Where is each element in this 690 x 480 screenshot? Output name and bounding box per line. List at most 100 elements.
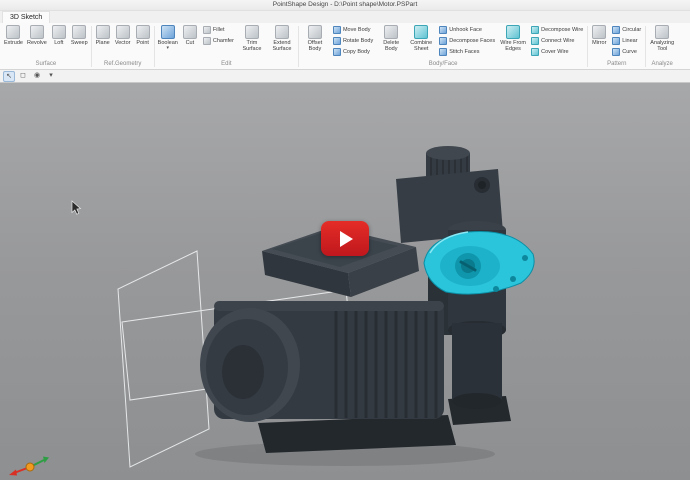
button-label: Wire From Edges (500, 40, 526, 52)
trim-surface-button[interactable]: Trim Surface (237, 24, 267, 53)
ribbon-group-pattern: Mirror Circular Linear Curve Pattern (589, 24, 644, 69)
group-label-surface: Surface (35, 61, 57, 67)
plane-button[interactable]: Plane (93, 24, 113, 47)
extrude-button[interactable]: Extrude (2, 24, 25, 47)
ribbon: Extrude Revolve Loft Sweep Surface Plane (0, 23, 690, 70)
group-label-analyze: Analyze (651, 61, 673, 67)
window-titlebar: PointShape Design - D:\Point shape\Motor… (0, 0, 690, 11)
ribbon-group-ref-geometry: Plane Vector Point Ref.Geometry (93, 24, 153, 69)
decompose-wire-button[interactable]: Decompose Wire (529, 25, 585, 35)
button-label: Stitch Faces (449, 49, 480, 55)
motor-pump-model[interactable] (200, 146, 511, 453)
chamfer-button[interactable]: Chamfer (201, 36, 236, 46)
sweep-button[interactable]: Sweep (69, 24, 90, 47)
plane-icon (95, 25, 110, 39)
toolbar-dropdown[interactable]: ▾ (45, 71, 57, 82)
button-label: Offset Body (307, 40, 323, 52)
wire-from-edges-button[interactable]: Wire From Edges (498, 24, 528, 53)
revolve-button[interactable]: Revolve (25, 24, 49, 47)
group-separator (90, 26, 92, 67)
button-label: Fillet (212, 27, 225, 33)
button-label: Unhook Face (449, 27, 482, 33)
vector-icon (115, 25, 130, 39)
impeller-cover-selected[interactable] (423, 230, 535, 295)
analyzing-tool-button[interactable]: Analyzing Tool (647, 24, 677, 53)
play-icon (340, 230, 353, 247)
offset-body-icon (307, 25, 322, 39)
group-separator (297, 26, 299, 67)
chevron-down-icon[interactable]: ▾ (167, 46, 170, 51)
delete-body-icon (384, 25, 399, 39)
orientation-triad (9, 456, 49, 476)
analyzing-tool-icon (655, 25, 670, 39)
button-label: Chamfer (212, 38, 234, 44)
trim-surface-icon (244, 25, 259, 39)
zoom-window-tool-button[interactable]: ◻ (17, 71, 29, 82)
move-body-button[interactable]: Move Body (331, 25, 375, 35)
button-label: Trim Surface (242, 40, 262, 52)
offset-body-button[interactable]: Offset Body (300, 24, 330, 53)
select-tool-button[interactable]: ↖ (3, 70, 15, 82)
loft-button[interactable]: Loft (49, 24, 69, 47)
button-label: Vector (114, 40, 131, 46)
group-label-ref-geometry: Ref.Geometry (103, 61, 142, 67)
button-label: Extend Surface (272, 40, 292, 52)
button-label: Decompose Wire (541, 27, 584, 33)
vector-button[interactable]: Vector (113, 24, 133, 47)
button-label: Cut (185, 40, 195, 46)
curve-pattern-icon (612, 48, 621, 56)
button-label: Plane (95, 40, 110, 46)
extend-surface-button[interactable]: Extend Surface (267, 24, 297, 53)
body-small-buttons: Move Body Rotate Body Copy Body (330, 24, 376, 58)
combine-sheet-icon (414, 25, 429, 39)
mirror-button[interactable]: Mirror (589, 24, 609, 47)
delete-body-button[interactable]: Delete Body (376, 24, 406, 53)
circular-pattern-button[interactable]: Circular (610, 25, 643, 35)
ribbon-group-body-face: Offset Body Move Body Rotate Body Copy B… (300, 24, 586, 69)
pattern-small-buttons: Circular Linear Curve (609, 24, 644, 58)
button-label: Mirror (592, 40, 607, 46)
viewport-toolbar: ↖ ◻ ◉ ▾ (0, 70, 690, 83)
mouse-cursor (71, 200, 82, 215)
edit-small-buttons: Fillet Chamfer (200, 24, 237, 47)
wire-from-edges-icon (506, 25, 521, 39)
curve-pattern-button[interactable]: Curve (610, 47, 643, 57)
copy-body-button[interactable]: Copy Body (331, 47, 375, 57)
connect-wire-icon (531, 37, 540, 45)
point-icon (135, 25, 150, 39)
decompose-faces-button[interactable]: Decompose Faces (437, 36, 497, 46)
combine-sheet-button[interactable]: Combine Sheet (406, 24, 436, 53)
3d-viewport[interactable] (0, 83, 690, 480)
group-label-edit: Edit (221, 61, 232, 67)
tab-3d-sketch[interactable]: 3D Sketch (2, 11, 51, 23)
boolean-icon (160, 25, 175, 39)
boolean-button[interactable]: Boolean ▾ (156, 24, 180, 52)
fillet-button[interactable]: Fillet (201, 25, 236, 35)
button-label: Connect Wire (541, 38, 575, 44)
button-label: Decompose Faces (449, 38, 496, 44)
rotate-body-button[interactable]: Rotate Body (331, 36, 375, 46)
button-label: Combine Sheet (410, 40, 433, 52)
group-separator (587, 26, 589, 67)
button-label: Linear (622, 38, 638, 44)
button-label: Curve (622, 49, 637, 55)
3d-viewport-canvas[interactable] (0, 83, 690, 480)
point-button[interactable]: Point (133, 24, 153, 47)
button-label: Delete Body (383, 40, 400, 52)
unhook-face-button[interactable]: Unhook Face (437, 25, 497, 35)
group-label-body-face: Body/Face (428, 61, 458, 67)
button-label: Rotate Body (342, 38, 374, 44)
orbit-tool-button[interactable]: ◉ (31, 71, 43, 82)
button-label: Sweep (70, 40, 88, 46)
unhook-face-icon (439, 26, 448, 34)
stitch-faces-button[interactable]: Stitch Faces (437, 47, 497, 57)
button-label: Revolve (26, 40, 47, 46)
connect-wire-button[interactable]: Connect Wire (529, 36, 585, 46)
cover-wire-button[interactable]: Cover Wire (529, 47, 585, 57)
cut-button[interactable]: Cut (180, 24, 200, 47)
button-label: Move Body (342, 27, 371, 33)
video-play-button[interactable] (321, 221, 369, 256)
group-separator (153, 26, 155, 67)
button-label: Point (136, 40, 149, 46)
linear-pattern-button[interactable]: Linear (610, 36, 643, 46)
